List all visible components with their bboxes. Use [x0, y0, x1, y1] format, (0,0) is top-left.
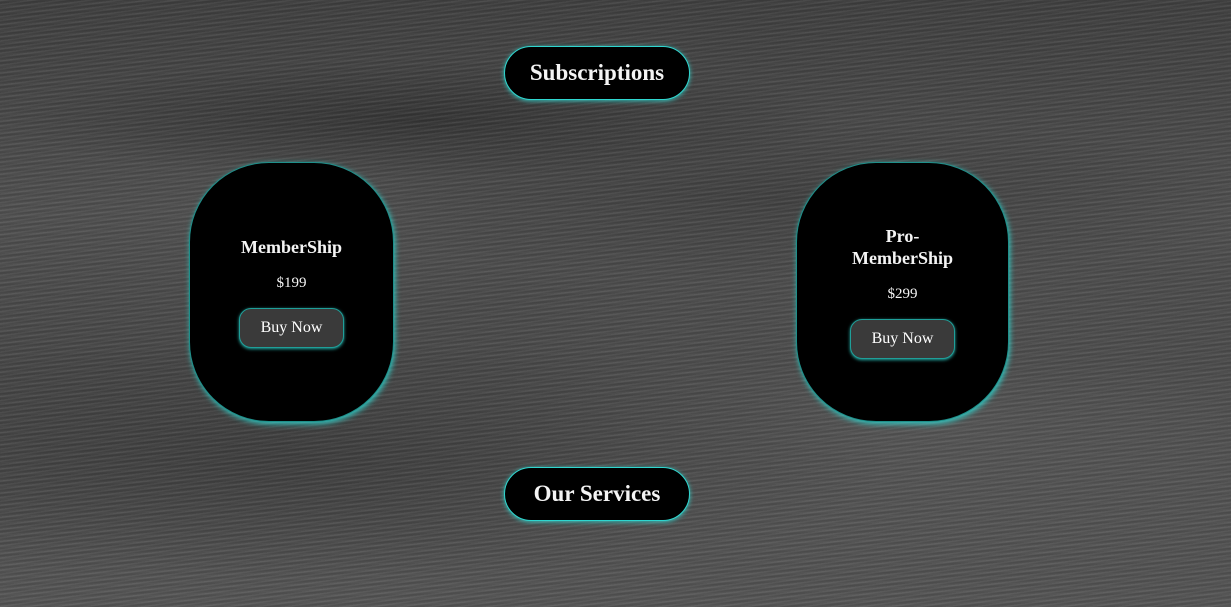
membership-plan-card: MemberShip $199 Buy Now: [189, 162, 394, 422]
plan-price: $299: [887, 286, 918, 302]
plan-price: $199: [276, 275, 307, 291]
subscriptions-heading: Subscriptions: [504, 46, 690, 100]
pro-membership-plan-card: Pro-MemberShip $299 Buy Now: [796, 162, 1009, 422]
plan-name: MemberShip: [241, 237, 342, 257]
our-services-heading: Our Services: [504, 467, 690, 521]
buy-now-button[interactable]: Buy Now: [238, 308, 345, 348]
plan-name: Pro-MemberShip: [852, 226, 953, 268]
buy-now-button[interactable]: Buy Now: [849, 319, 956, 359]
